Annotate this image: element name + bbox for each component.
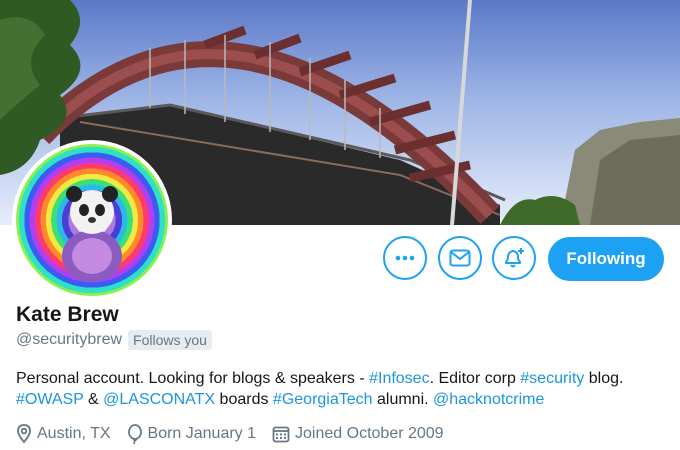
avatar-image xyxy=(16,144,168,296)
hashtag-security-link[interactable]: #security xyxy=(520,370,584,387)
bio-text: blog. xyxy=(584,370,624,387)
location-pin-icon xyxy=(17,424,31,444)
joined-text: Joined October 2009 xyxy=(295,425,444,442)
balloon-icon xyxy=(127,424,142,444)
more-icon xyxy=(395,255,415,261)
mention-lasconatx-link[interactable]: @LASCONATX xyxy=(103,391,215,408)
bio-text: Personal account. Looking for blogs & sp… xyxy=(16,370,370,387)
envelope-icon xyxy=(449,249,471,267)
location-item: Austin, TX xyxy=(16,424,111,444)
hashtag-owasp-link[interactable]: #OWASP xyxy=(16,391,84,408)
birthday-item: Born January 1 xyxy=(127,424,257,444)
more-button[interactable] xyxy=(383,236,427,280)
profile-bio: Personal account. Looking for blogs & sp… xyxy=(16,368,676,410)
follows-you-badge: Follows you xyxy=(128,330,212,350)
hashtag-infosec-link[interactable]: #Infosec xyxy=(369,370,429,387)
bio-text: . Editor corp xyxy=(429,370,521,387)
notifications-button[interactable] xyxy=(492,236,536,280)
profile-name: Kate Brew xyxy=(16,303,119,326)
location-text: Austin, TX xyxy=(37,425,111,442)
profile-handle: @securitybrew xyxy=(16,331,123,348)
bio-text: boards xyxy=(215,391,273,408)
bio-text: & xyxy=(83,391,104,408)
handle-row: @securitybrew Follows you xyxy=(16,330,212,350)
calendar-icon xyxy=(272,426,290,443)
profile-meta: Austin, TX Born January 1 Joined October… xyxy=(16,424,460,444)
bell-plus-icon xyxy=(505,248,524,268)
message-button[interactable] xyxy=(438,236,482,280)
joined-item: Joined October 2009 xyxy=(272,425,444,443)
mention-hacknotcrime-link[interactable]: @hacknotcrime xyxy=(433,391,544,408)
bio-text: alumni. xyxy=(372,391,434,408)
following-button[interactable]: Following xyxy=(548,237,664,281)
hashtag-georgiatech-link[interactable]: #GeorgiaTech xyxy=(273,391,373,408)
birthday-text: Born January 1 xyxy=(147,425,257,442)
avatar[interactable] xyxy=(12,140,172,300)
